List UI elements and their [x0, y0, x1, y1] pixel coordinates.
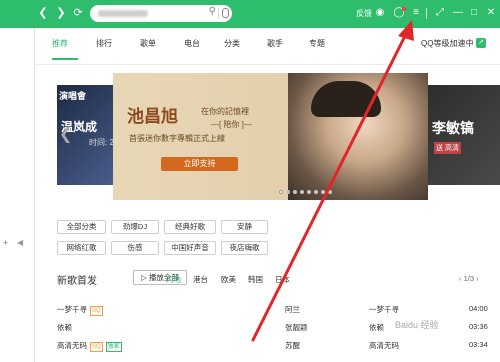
collapse-icon[interactable]: ◀ [17, 238, 23, 247]
category-tag[interactable]: 安静 [221, 220, 268, 234]
category-tag[interactable]: 网络红歌 [57, 241, 106, 255]
banner-support-button[interactable]: 立即支持 [161, 157, 238, 171]
mini-mode-icon[interactable]: ⤢ [434, 7, 446, 19]
refresh-icon[interactable]: ⟳ [71, 6, 85, 20]
notification-dot [402, 7, 406, 11]
category-tag[interactable]: 中国好声音 [164, 241, 216, 255]
add-icon[interactable]: + [3, 238, 8, 248]
tab-playlist[interactable]: 歌单 [140, 38, 156, 49]
region-tab[interactable]: 韩国 [248, 274, 263, 285]
song-artist[interactable]: 张靓颖 [285, 322, 308, 333]
banner-prev-icon[interactable]: ❮ [59, 124, 72, 144]
banner-dot[interactable] [321, 190, 325, 194]
side-card-time: 时间: 2 [89, 138, 114, 147]
tab-singer[interactable]: 歌手 [267, 38, 283, 49]
pager-text: 1/3 [463, 274, 475, 283]
search-input[interactable]: ⚲ [90, 5, 232, 22]
song-title-text: 高清无码 [57, 341, 87, 350]
region-tab[interactable]: 港台 [193, 274, 208, 285]
forward-icon[interactable]: ❯ [54, 6, 68, 20]
feedback-link[interactable]: 反馈 [356, 8, 372, 19]
side-card-right-title: 李敏镐 [432, 120, 474, 136]
tab-topic[interactable]: 专题 [309, 38, 325, 49]
banner-dot[interactable] [307, 190, 311, 194]
side-card-right-sub: 送 高清 [434, 142, 461, 154]
song-title[interactable]: 依赖 [57, 322, 72, 333]
new-songs-title: 新歌首发 [57, 276, 97, 287]
menu-icon[interactable]: ≡ [410, 7, 422, 19]
song-artist[interactable]: 苏醒 [285, 340, 300, 351]
close-icon[interactable]: ✕ [485, 7, 497, 19]
song-duration: 03:36 [469, 322, 488, 331]
main-content: 推荐 排行 歌单 电台 分类 歌手 专题 QQ等级加速中 ↗ 演唱會 温岚成 时… [34, 28, 500, 362]
exclusive-badge: 独家 [105, 342, 122, 352]
tab-rank[interactable]: 排行 [96, 38, 112, 49]
baidu-watermark: Baidu 经验 [395, 320, 439, 330]
song-title[interactable]: 一梦千寻 [369, 304, 399, 315]
song-title[interactable]: 依赖 [369, 322, 384, 333]
sq-badge: SQ [90, 342, 103, 352]
title-bar: ❮ ❯ ⟳ ⚲ 反馈 ◉ ◯ ≡ ⤢ — □ ✕ [0, 0, 500, 28]
banner-dot[interactable] [328, 190, 332, 194]
banner-next-card[interactable]: 李敏镐 送 高清 [428, 85, 500, 185]
banner-line3: 首張迷你數字專輯正式上線 [129, 134, 225, 143]
song-duration: 03:34 [469, 340, 488, 349]
category-tag[interactable]: 夜店嗨歌 [221, 241, 268, 255]
tab-category[interactable]: 分类 [224, 38, 240, 49]
minimize-icon[interactable]: — [452, 7, 464, 19]
banner-dot[interactable] [293, 190, 297, 194]
category-tag[interactable]: 经典好歌 [164, 220, 216, 234]
back-icon[interactable]: ❮ [36, 6, 50, 20]
banner-line2: —[ 陪你 ]— [211, 120, 252, 129]
tab-radio[interactable]: 电台 [184, 38, 200, 49]
side-card-title: 演唱會 [59, 91, 87, 101]
vip-status[interactable]: QQ等级加速中 [421, 38, 473, 49]
region-tab[interactable]: 欧美 [221, 274, 236, 285]
titlebar-separator [426, 8, 427, 19]
left-sidebar: + ◀ [0, 28, 34, 362]
song-duration: 04:00 [469, 304, 488, 313]
banner-title: 池昌旭 [127, 107, 178, 126]
tabs-divider [35, 64, 500, 65]
banner-dot[interactable] [300, 190, 304, 194]
song-artist[interactable]: 阿兰 [285, 304, 300, 315]
maximize-icon[interactable]: □ [468, 7, 480, 19]
search-text-blurred [98, 10, 148, 17]
song-title[interactable]: 高清无码 SQ 独家 [57, 340, 122, 352]
banner-pagination [279, 190, 332, 196]
category-tag[interactable]: 伤感 [111, 241, 159, 255]
banner-line1: 在你的記憶裡 [201, 107, 249, 116]
category-tag[interactable]: 全部分类 [57, 220, 106, 234]
song-title-text: 一梦千寻 [57, 305, 87, 314]
sq-badge: SQ [90, 306, 103, 316]
banner-dot[interactable] [279, 190, 283, 194]
banner-dot[interactable] [286, 190, 290, 194]
vip-icon[interactable]: ↗ [476, 38, 486, 48]
main-banner[interactable]: 池昌旭 在你的記憶裡 —[ 陪你 ]— 首張迷你數字專輯正式上線 立即支持 [113, 73, 428, 200]
mic-icon[interactable] [222, 8, 229, 18]
search-icon[interactable]: ⚲ [209, 6, 216, 17]
song-title[interactable]: 一梦千寻 SQ [57, 304, 103, 316]
tab-recommend[interactable]: 推荐 [52, 38, 68, 49]
category-tag[interactable]: 劲爆DJ [111, 220, 159, 234]
region-tab[interactable]: 日本 [275, 274, 290, 285]
region-tab[interactable]: 内地 [166, 274, 181, 285]
active-tab-indicator [52, 58, 78, 60]
banner-portrait-hair [311, 81, 381, 117]
search-divider [218, 8, 219, 19]
wifi-icon[interactable]: ◉ [374, 7, 386, 19]
banner-dot[interactable] [314, 190, 318, 194]
song-title[interactable]: 高清无码 [369, 340, 399, 351]
pager[interactable]: ‹ 1/3 › [459, 274, 479, 283]
